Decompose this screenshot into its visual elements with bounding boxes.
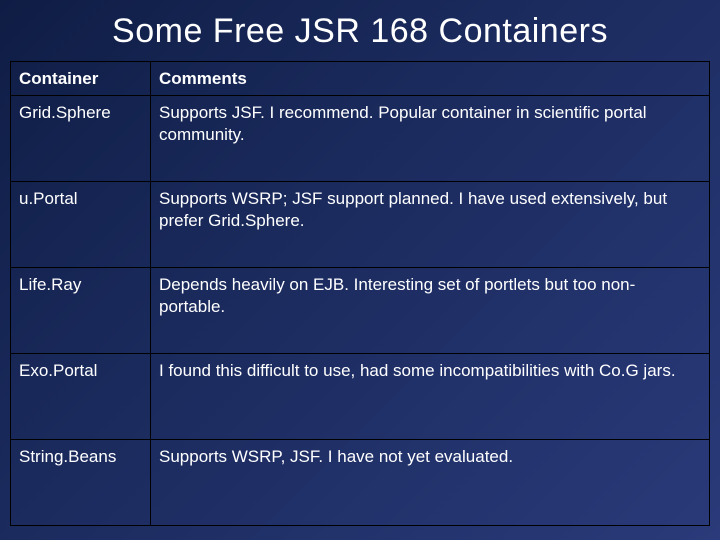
- cell-comment: I found this difficult to use, had some …: [151, 354, 710, 440]
- cell-comment: Supports WSRP; JSF support planned. I ha…: [151, 182, 710, 268]
- cell-container: Exo.Portal: [11, 354, 151, 440]
- slide: Some Free JSR 168 Containers Container C…: [0, 0, 720, 540]
- header-container: Container: [11, 62, 151, 96]
- cell-container: String.Beans: [11, 440, 151, 526]
- slide-title: Some Free JSR 168 Containers: [10, 12, 710, 51]
- header-comments: Comments: [151, 62, 710, 96]
- table-header-row: Container Comments: [11, 62, 710, 96]
- cell-container: Life.Ray: [11, 268, 151, 354]
- cell-container: u.Portal: [11, 182, 151, 268]
- table-row: String.Beans Supports WSRP, JSF. I have …: [11, 440, 710, 526]
- cell-comment: Supports JSF. I recommend. Popular conta…: [151, 96, 710, 182]
- table-row: u.Portal Supports WSRP; JSF support plan…: [11, 182, 710, 268]
- table-row: Exo.Portal I found this difficult to use…: [11, 354, 710, 440]
- cell-container: Grid.Sphere: [11, 96, 151, 182]
- containers-table: Container Comments Grid.Sphere Supports …: [10, 61, 710, 526]
- table-row: Life.Ray Depends heavily on EJB. Interes…: [11, 268, 710, 354]
- cell-comment: Supports WSRP, JSF. I have not yet evalu…: [151, 440, 710, 526]
- table-row: Grid.Sphere Supports JSF. I recommend. P…: [11, 96, 710, 182]
- cell-comment: Depends heavily on EJB. Interesting set …: [151, 268, 710, 354]
